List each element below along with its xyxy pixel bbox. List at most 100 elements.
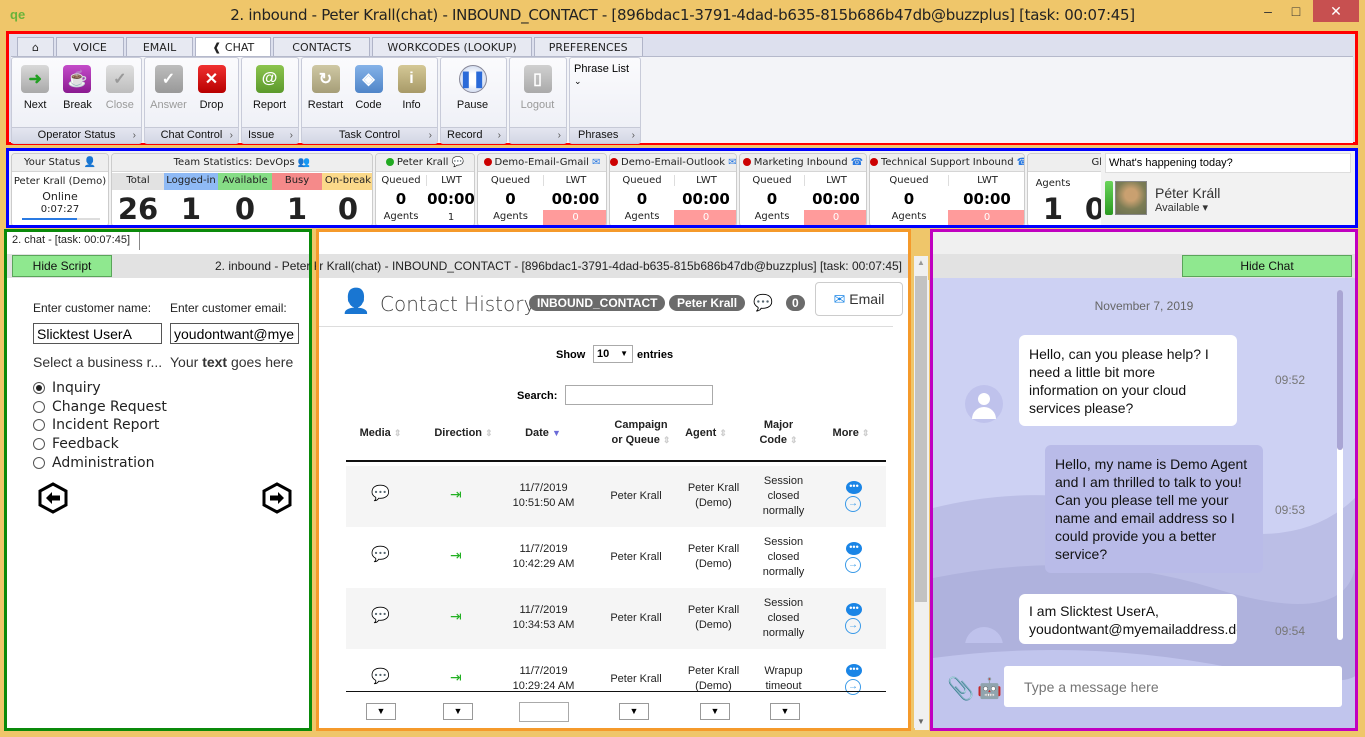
radio-button[interactable]	[33, 438, 45, 451]
code-button[interactable]: ◈ Code	[347, 62, 390, 111]
hide-chat-button[interactable]: Hide Chat	[1182, 255, 1352, 277]
date-filter[interactable]	[519, 702, 569, 722]
sort-icon[interactable]: ⇕	[719, 428, 727, 438]
radio-button[interactable]	[33, 382, 45, 394]
queue-header: Demo-Email-Outlook ✉	[610, 154, 736, 172]
hide-script-button[interactable]: Hide Script	[12, 255, 112, 277]
column-header[interactable]: Campaign or Queue ⇕	[601, 418, 681, 448]
logout-button[interactable]: ▯ Logout	[516, 62, 559, 111]
radio-button[interactable]	[33, 419, 45, 432]
sort-icon[interactable]: ⇕	[394, 428, 402, 438]
agent-filter[interactable]: ▼	[700, 703, 730, 720]
tab-workcodes[interactable]: WORKCODES (LOOKUP)	[372, 37, 532, 57]
chat-message-input[interactable]	[1004, 666, 1342, 707]
report-button[interactable]: @ Report	[248, 62, 291, 111]
close-window-button[interactable]: ✕	[1313, 0, 1359, 22]
business-reason-option[interactable]: Feedback	[33, 436, 119, 452]
scroll-down-icon[interactable]: ▼	[914, 717, 928, 726]
info-button[interactable]: i Info	[390, 62, 433, 111]
chat-scrollbar[interactable]	[1337, 290, 1343, 640]
column-header[interactable]: Direction ⇕	[426, 426, 501, 441]
column-header[interactable]: Agent ⇕	[676, 426, 736, 441]
tab-home[interactable]: ⌂	[17, 37, 54, 57]
chat-scrollbar-thumb[interactable]	[1337, 290, 1343, 450]
business-reason-option[interactable]: Change Request	[33, 399, 167, 415]
group-label[interactable]: Phrases ›	[570, 127, 640, 143]
table-row[interactable]: 💬 ⇥ 11/7/2019 10:51:50 AM Peter Krall Pet…	[346, 466, 886, 527]
group-label-text: Task Control	[338, 129, 401, 141]
tab-voice[interactable]: VOICE	[55, 37, 124, 57]
next-page-button[interactable]	[261, 482, 293, 514]
customer-name-input[interactable]	[33, 323, 162, 344]
table-row[interactable]: 💬 ⇥ 11/7/2019 10:34:53 AM Peter Krall Pet…	[346, 588, 886, 649]
column-header[interactable]: More ⇕	[821, 426, 881, 441]
direction-filter[interactable]: ▼	[443, 703, 473, 720]
tab-preferences[interactable]: PREFERENCES	[533, 37, 643, 57]
attachment-icon[interactable]: 📎	[947, 676, 974, 702]
open-arrow-icon[interactable]: →	[845, 496, 861, 512]
business-reason-option[interactable]: Inquiry	[33, 380, 101, 396]
break-button[interactable]: ☕ Break	[56, 62, 98, 111]
minimize-button[interactable]: –	[1253, 0, 1283, 22]
bot-icon[interactable]: 🤖	[977, 676, 1002, 701]
group-label[interactable]: Record ›	[441, 127, 506, 143]
group-label[interactable]: Issue ›	[242, 127, 298, 143]
column-header[interactable]: Media ⇕	[353, 426, 408, 441]
column-header[interactable]: Date ▼	[508, 426, 578, 441]
business-reason-option[interactable]: Incident Report	[33, 417, 159, 433]
availability-dropdown[interactable]: Available ▾	[1155, 201, 1208, 214]
status-state[interactable]: Online	[12, 190, 108, 203]
close-button[interactable]: ✓ Close	[99, 62, 141, 111]
task-tab[interactable]: 2. chat - [task: 00:07:45]	[7, 232, 140, 250]
customer-email-input[interactable]	[170, 323, 299, 344]
scroll-up-icon[interactable]: ▲	[914, 258, 928, 267]
sort-icon[interactable]: ▼	[552, 428, 561, 438]
code-filter[interactable]: ▼	[770, 703, 800, 720]
tab-email[interactable]: EMAIL	[125, 37, 194, 57]
maximize-button[interactable]: □	[1281, 0, 1311, 22]
group-label[interactable]: ›	[510, 127, 566, 143]
queue-name: Marketing Inbound	[753, 157, 848, 168]
column-header[interactable]: Major Code ⇕	[751, 418, 806, 448]
chat-transcript-icon[interactable]: •••	[846, 603, 862, 616]
sort-icon[interactable]: ⇕	[790, 435, 798, 445]
radio-button[interactable]	[33, 456, 45, 469]
sort-icon[interactable]: ⇕	[485, 428, 493, 438]
agents-label: Agents	[383, 211, 419, 222]
entries-select[interactable]: 10 ▼	[593, 345, 633, 363]
media-filter[interactable]: ▼	[366, 703, 396, 720]
open-arrow-icon[interactable]: →	[845, 679, 861, 695]
center-scrollbar[interactable]: ▲ ▼	[914, 256, 928, 728]
scrollbar-thumb[interactable]	[915, 276, 927, 602]
pause-button[interactable]: ❚❚ Pause	[451, 62, 494, 111]
email-button[interactable]: ✉ Email	[815, 282, 903, 316]
next-button[interactable]: ➜ Next	[14, 62, 56, 111]
business-reason-option[interactable]: Administration	[33, 455, 154, 471]
open-arrow-icon[interactable]: →	[845, 618, 861, 634]
sort-icon[interactable]: ⇕	[862, 428, 870, 438]
whats-happening-input[interactable]: What's happening today?	[1105, 153, 1351, 173]
open-arrow-icon[interactable]: →	[845, 557, 861, 573]
tab-contacts[interactable]: CONTACTS	[273, 37, 371, 57]
radio-button[interactable]	[33, 400, 45, 413]
chat-check-icon: ✓	[154, 65, 183, 93]
group-label[interactable]: Chat Control ›	[145, 127, 238, 143]
answer-button[interactable]: ✓ Answer	[147, 62, 190, 111]
drop-button[interactable]: ✕ Drop	[190, 62, 233, 111]
sort-icon[interactable]: ⇕	[663, 435, 671, 445]
table-row[interactable]: 💬 ⇥ 11/7/2019 10:42:29 AM Peter Krall Pet…	[346, 527, 886, 588]
search-input[interactable]	[565, 385, 713, 405]
phrase-list-dropdown[interactable]: Phrase List ⌄	[570, 58, 640, 92]
table-row[interactable]: 💬 ⇥ 11/7/2019 10:29:24 AM Peter Krall Pet…	[346, 649, 886, 710]
center-header-bar: 2. inbound - Peter Krall(chat) - INBOUND…	[319, 254, 908, 278]
tab-chat[interactable]: ❰ CHAT	[195, 37, 272, 57]
campaign-filter[interactable]: ▼	[619, 703, 649, 720]
arrow-right-icon: ➜	[21, 65, 50, 93]
prev-button[interactable]	[37, 482, 69, 514]
chat-transcript-icon[interactable]: •••	[846, 481, 862, 494]
restart-button[interactable]: ↻ Restart	[304, 62, 347, 111]
group-label[interactable]: Task Control ›	[302, 127, 437, 143]
chat-transcript-icon[interactable]: •••	[846, 664, 862, 677]
chat-transcript-icon[interactable]: •••	[846, 542, 862, 555]
group-label[interactable]: Operator Status ›	[12, 127, 141, 143]
